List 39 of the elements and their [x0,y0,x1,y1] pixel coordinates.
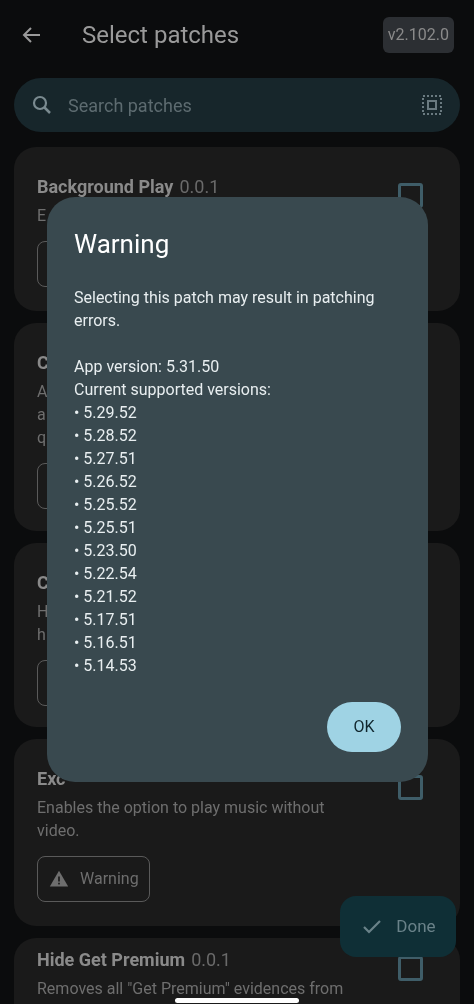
version-item: • 5.22.54 [74,563,138,585]
version-item: • 5.25.51 [74,517,138,539]
warning-chip[interactable]: Warning [37,856,150,902]
version-item: • 5.27.51 [74,448,138,470]
supported-heading: Current supported versions: [74,379,272,401]
version-item: • 5.17.51 [74,609,138,631]
patch-description: E [37,205,47,227]
patch-description: A [37,381,48,403]
ok-button[interactable]: OK [327,702,401,752]
search-bar[interactable]: Search patches [14,78,460,132]
select-all-icon[interactable] [420,93,444,117]
dialog-title: Warning [74,228,171,261]
chip-label: Warning [80,868,139,890]
version-item: • 5.25.52 [74,494,138,516]
page-title: Select patches [82,20,240,51]
dialog-message: Selecting this patch may result in patching errors. [74,287,376,332]
version-item: • 5.21.52 [74,586,138,608]
app-version: App version: 5.31.50 [74,356,221,378]
patch-description: h [37,624,46,646]
version-badge: v2.102.0 [382,17,454,53]
version-item: • 5.28.52 [74,425,138,447]
patch-version: 0.0.1 [179,175,220,199]
done-button[interactable]: Done [340,896,456,957]
version-item: • 5.23.50 [74,540,138,562]
patch-description: H [37,601,49,623]
patch-title: Background Play [37,175,174,199]
patch-description: q [37,427,47,449]
patch-description: a [37,404,46,426]
patch-card[interactable]: Hide Get Premium 0.0.1 Removes all "Get Premium" evidences from [14,938,460,1004]
version-item: • 5.26.52 [74,471,138,493]
search-field[interactable]: Search patches [68,91,420,119]
version-item: • 5.14.53 [74,655,138,677]
patch-title: Hide Get Premium [37,948,186,972]
version-item: • 5.29.52 [74,402,138,424]
patch-version: 0.0.1 [191,948,231,972]
patch-description: Enables the option to play music without video. [37,797,326,842]
patch-description: Removes all "Get Premium" evidences from [37,978,344,1000]
version-item: • 5.16.51 [74,632,138,654]
warning-icon [48,869,70,889]
